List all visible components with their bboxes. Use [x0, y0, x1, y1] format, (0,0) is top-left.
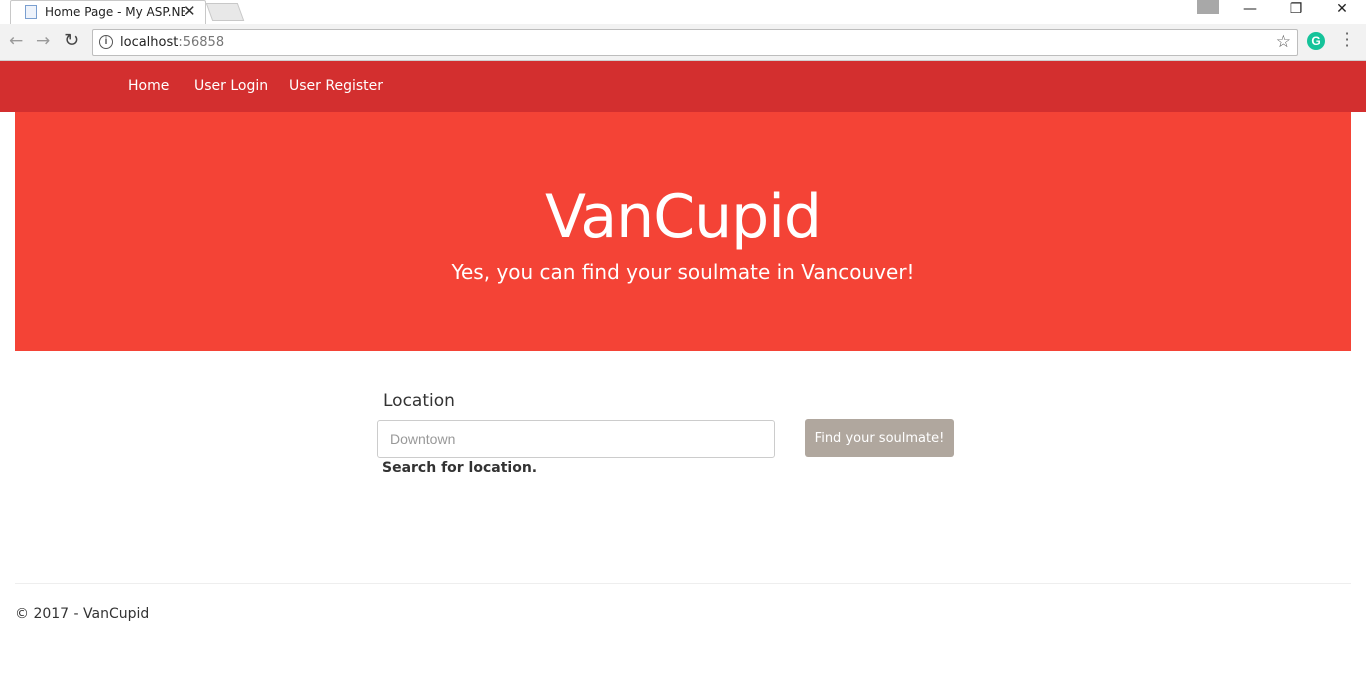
reload-icon[interactable]: ↻	[64, 30, 79, 51]
tab-close-icon[interactable]: ✕	[183, 2, 196, 20]
tab-title: Home Page - My ASP.NE	[45, 5, 185, 19]
nav-user-login[interactable]: User Login	[194, 78, 268, 94]
hero-subtitle: Yes, you can find your soulmate in Vanco…	[451, 260, 915, 284]
site-navbar: Home User Login User Register	[0, 61, 1366, 112]
footer-copyright: © 2017 - VanCupid	[15, 606, 150, 622]
minimize-button[interactable]: —	[1227, 0, 1273, 20]
browser-toolbar: ← → ↻ i localhost:56858 ☆ G · · ·	[0, 24, 1366, 61]
forward-arrow-icon[interactable]: →	[36, 31, 50, 51]
kebab-menu-icon[interactable]: · · ·	[1342, 26, 1352, 54]
location-label: Location	[383, 391, 455, 411]
info-icon[interactable]: i	[99, 35, 113, 49]
nav-home[interactable]: Home	[128, 78, 169, 94]
grammarly-icon[interactable]: G	[1307, 32, 1325, 50]
window-close-button[interactable]: ✕	[1319, 0, 1365, 20]
star-icon[interactable]: ☆	[1276, 32, 1291, 52]
restore-button[interactable]: ❐	[1273, 0, 1319, 20]
hero-banner: VanCupid Yes, you can find your soulmate…	[15, 112, 1351, 351]
find-soulmate-button[interactable]: Find your soulmate!	[805, 419, 954, 457]
back-arrow-icon[interactable]: ←	[9, 31, 23, 51]
footer-divider	[15, 583, 1351, 584]
location-help-text: Search for location.	[382, 460, 538, 476]
location-input[interactable]	[377, 420, 775, 458]
hero-title: VanCupid	[545, 182, 822, 252]
url-host: localhost	[120, 35, 179, 50]
new-tab-button[interactable]	[205, 3, 245, 21]
url-port: :56858	[178, 35, 225, 50]
page-favicon-icon	[25, 5, 37, 19]
browser-tabstrip: Home Page - My ASP.NE ✕ — ❐ ✕	[0, 0, 1366, 24]
profile-icon[interactable]	[1197, 0, 1219, 14]
address-bar[interactable]: i localhost:56858 ☆	[92, 29, 1298, 56]
nav-user-register[interactable]: User Register	[289, 78, 383, 94]
url-text[interactable]: localhost:56858	[120, 35, 224, 50]
browser-tab[interactable]: Home Page - My ASP.NE ✕	[10, 0, 206, 24]
